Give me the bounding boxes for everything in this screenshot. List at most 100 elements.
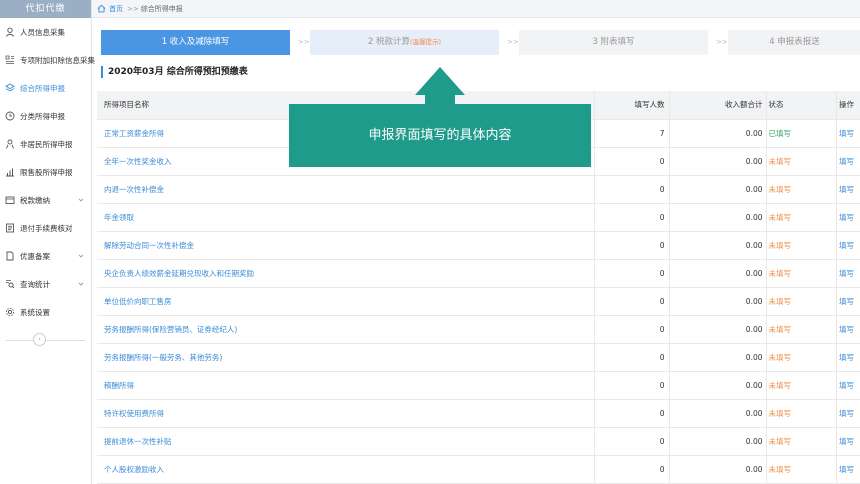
step-progress: 1 收入及减除填写 >> 2 税款计算(温馨提示) >> 3 附表填写 >> 4…: [101, 30, 860, 55]
header-count: 填写人数: [594, 91, 670, 120]
fill-count: 0: [594, 287, 670, 316]
item-name-link[interactable]: 提前退休一次性补贴: [97, 427, 595, 456]
income-total: 0.00: [669, 147, 767, 176]
sidebar-item-label: 税款缴纳: [20, 195, 50, 205]
sidebar-item-4[interactable]: 非居民所得申报: [0, 130, 91, 158]
item-name-link[interactable]: 劳务报酬所得(一般劳务、其他劳务): [97, 343, 595, 372]
fill-count: 0: [594, 343, 670, 372]
step-3-attachment[interactable]: 3 附表填写: [519, 30, 708, 55]
step-1-label: 1 收入及减除填写: [161, 37, 230, 47]
income-total: 0.00: [669, 259, 767, 288]
fill-link[interactable]: 填写: [836, 427, 860, 456]
bar-chart-icon: [5, 167, 15, 177]
fill-link[interactable]: 填写: [836, 315, 860, 344]
header-operation: 操作: [836, 91, 860, 120]
step-3-label: 3 附表填写: [592, 37, 635, 47]
fill-count: 0: [594, 315, 670, 344]
user-outline-icon: [5, 139, 15, 149]
income-total: 0.00: [669, 343, 767, 372]
fill-link[interactable]: 填写: [836, 203, 860, 232]
status-text: 未填写: [766, 399, 837, 428]
fill-count: 7: [594, 119, 670, 148]
item-name-link[interactable]: 个人股权激励收入: [97, 455, 595, 484]
chevron-down-icon: [77, 196, 85, 204]
person-icon: [5, 27, 15, 37]
income-total: 0.00: [669, 287, 767, 316]
fill-link[interactable]: 填写: [836, 455, 860, 484]
fill-count: 0: [594, 175, 670, 204]
step-separator: >>: [716, 38, 728, 46]
collapse-sidebar-button[interactable]: ‹: [33, 333, 46, 346]
fill-count: 0: [594, 147, 670, 176]
layers-icon: [5, 83, 15, 93]
table-row: 解除劳动合同一次性补偿金 0 0.00 未填写 填写: [97, 231, 860, 260]
status-text: 未填写: [766, 455, 837, 484]
sidebar-item-9[interactable]: 查询统计: [0, 270, 91, 298]
sidebar-item-0[interactable]: 人员信息采集: [0, 18, 91, 46]
sidebar-item-2[interactable]: 综合所得申报: [0, 74, 91, 102]
fill-link[interactable]: 填写: [836, 287, 860, 316]
fill-link[interactable]: 填写: [836, 259, 860, 288]
item-name-link[interactable]: 年金领取: [97, 203, 595, 232]
item-name-link[interactable]: 解除劳动合同一次性补偿金: [97, 231, 595, 260]
item-name-link[interactable]: 单位低价向职工售房: [97, 287, 595, 316]
sidebar-item-7[interactable]: 退付手续费核对: [0, 214, 91, 242]
status-text: 未填写: [766, 231, 837, 260]
step-2-tax-calculation[interactable]: 2 税款计算(温馨提示): [310, 30, 499, 55]
table-row: 单位低价向职工售房 0 0.00 未填写 填写: [97, 287, 860, 316]
section-title: 2020年03月 综合所得预扣预缴表: [101, 66, 248, 78]
sidebar-item-5[interactable]: 限售股所得申报: [0, 158, 91, 186]
income-total: 0.00: [669, 315, 767, 344]
item-name-link[interactable]: 劳务报酬所得(保险营销员、证券经纪人): [97, 315, 595, 344]
step-1-income-deduction[interactable]: 1 收入及减除填写: [101, 30, 290, 55]
header-income-total: 收入额合计: [669, 91, 767, 120]
breadcrumb: 首页 >> 综合所得申报: [92, 0, 860, 18]
fill-link[interactable]: 填写: [836, 147, 860, 176]
sidebar-item-10[interactable]: 系统设置: [0, 298, 91, 326]
table-row: 特许权使用费所得 0 0.00 未填写 填写: [97, 399, 860, 428]
sidebar-item-label: 综合所得申报: [20, 83, 65, 93]
table-row: 央企负责人绩效薪金延期兑现收入和任期奖励 0 0.00 未填写 填写: [97, 259, 860, 288]
sidebar-item-3[interactable]: 分类所得申报: [0, 102, 91, 130]
fill-link[interactable]: 填写: [836, 343, 860, 372]
sidebar-item-label: 限售股所得申报: [20, 167, 73, 177]
status-text: 未填写: [766, 175, 837, 204]
income-total: 0.00: [669, 175, 767, 204]
fill-link[interactable]: 填写: [836, 399, 860, 428]
breadcrumb-current: 综合所得申报: [140, 4, 183, 13]
status-text: 未填写: [766, 371, 837, 400]
fill-count: 0: [594, 371, 670, 400]
item-name-link[interactable]: 内退一次性补偿金: [97, 175, 595, 204]
item-name-link[interactable]: 特许权使用费所得: [97, 399, 595, 428]
sidebar-item-8[interactable]: 优惠备案: [0, 242, 91, 270]
status-text: 未填写: [766, 427, 837, 456]
income-total: 0.00: [669, 455, 767, 484]
sidebar-item-label: 人员信息采集: [20, 27, 65, 37]
sidebar-brand: 代扣代缴: [0, 0, 91, 18]
sidebar-item-label: 专项附加扣除信息采集: [20, 55, 95, 65]
fill-link[interactable]: 填写: [836, 175, 860, 204]
step-4-submit[interactable]: 4 申报表报送: [728, 30, 860, 55]
income-total: 0.00: [669, 203, 767, 232]
status-text: 未填写: [766, 203, 837, 232]
fill-count: 0: [594, 427, 670, 456]
query-icon: [5, 279, 15, 289]
fill-count: 0: [594, 259, 670, 288]
step-separator: >>: [507, 38, 519, 46]
sidebar-nav: 人员信息采集专项附加扣除信息采集 综合所得申报分类所得申报 非居民所得申报限售股所得…: [0, 18, 95, 326]
home-icon[interactable]: [97, 4, 106, 13]
receipt-icon: [5, 223, 15, 233]
fill-count: 0: [594, 203, 670, 232]
sidebar-item-label: 优惠备案: [20, 251, 50, 261]
sidebar-item-6[interactable]: 税款缴纳: [0, 186, 91, 214]
breadcrumb-home-link[interactable]: 首页: [109, 4, 123, 14]
table-row: 个人股权激励收入 0 0.00 未填写 填写: [97, 455, 860, 484]
sidebar-item-1[interactable]: 专项附加扣除信息采集: [0, 46, 95, 74]
fill-link[interactable]: 填写: [836, 119, 860, 148]
income-total: 0.00: [669, 399, 767, 428]
step-4-label: 4 申报表报送: [769, 37, 820, 47]
item-name-link[interactable]: 央企负责人绩效薪金延期兑现收入和任期奖励: [97, 259, 595, 288]
fill-link[interactable]: 填写: [836, 231, 860, 260]
item-name-link[interactable]: 稿酬所得: [97, 371, 595, 400]
fill-link[interactable]: 填写: [836, 371, 860, 400]
